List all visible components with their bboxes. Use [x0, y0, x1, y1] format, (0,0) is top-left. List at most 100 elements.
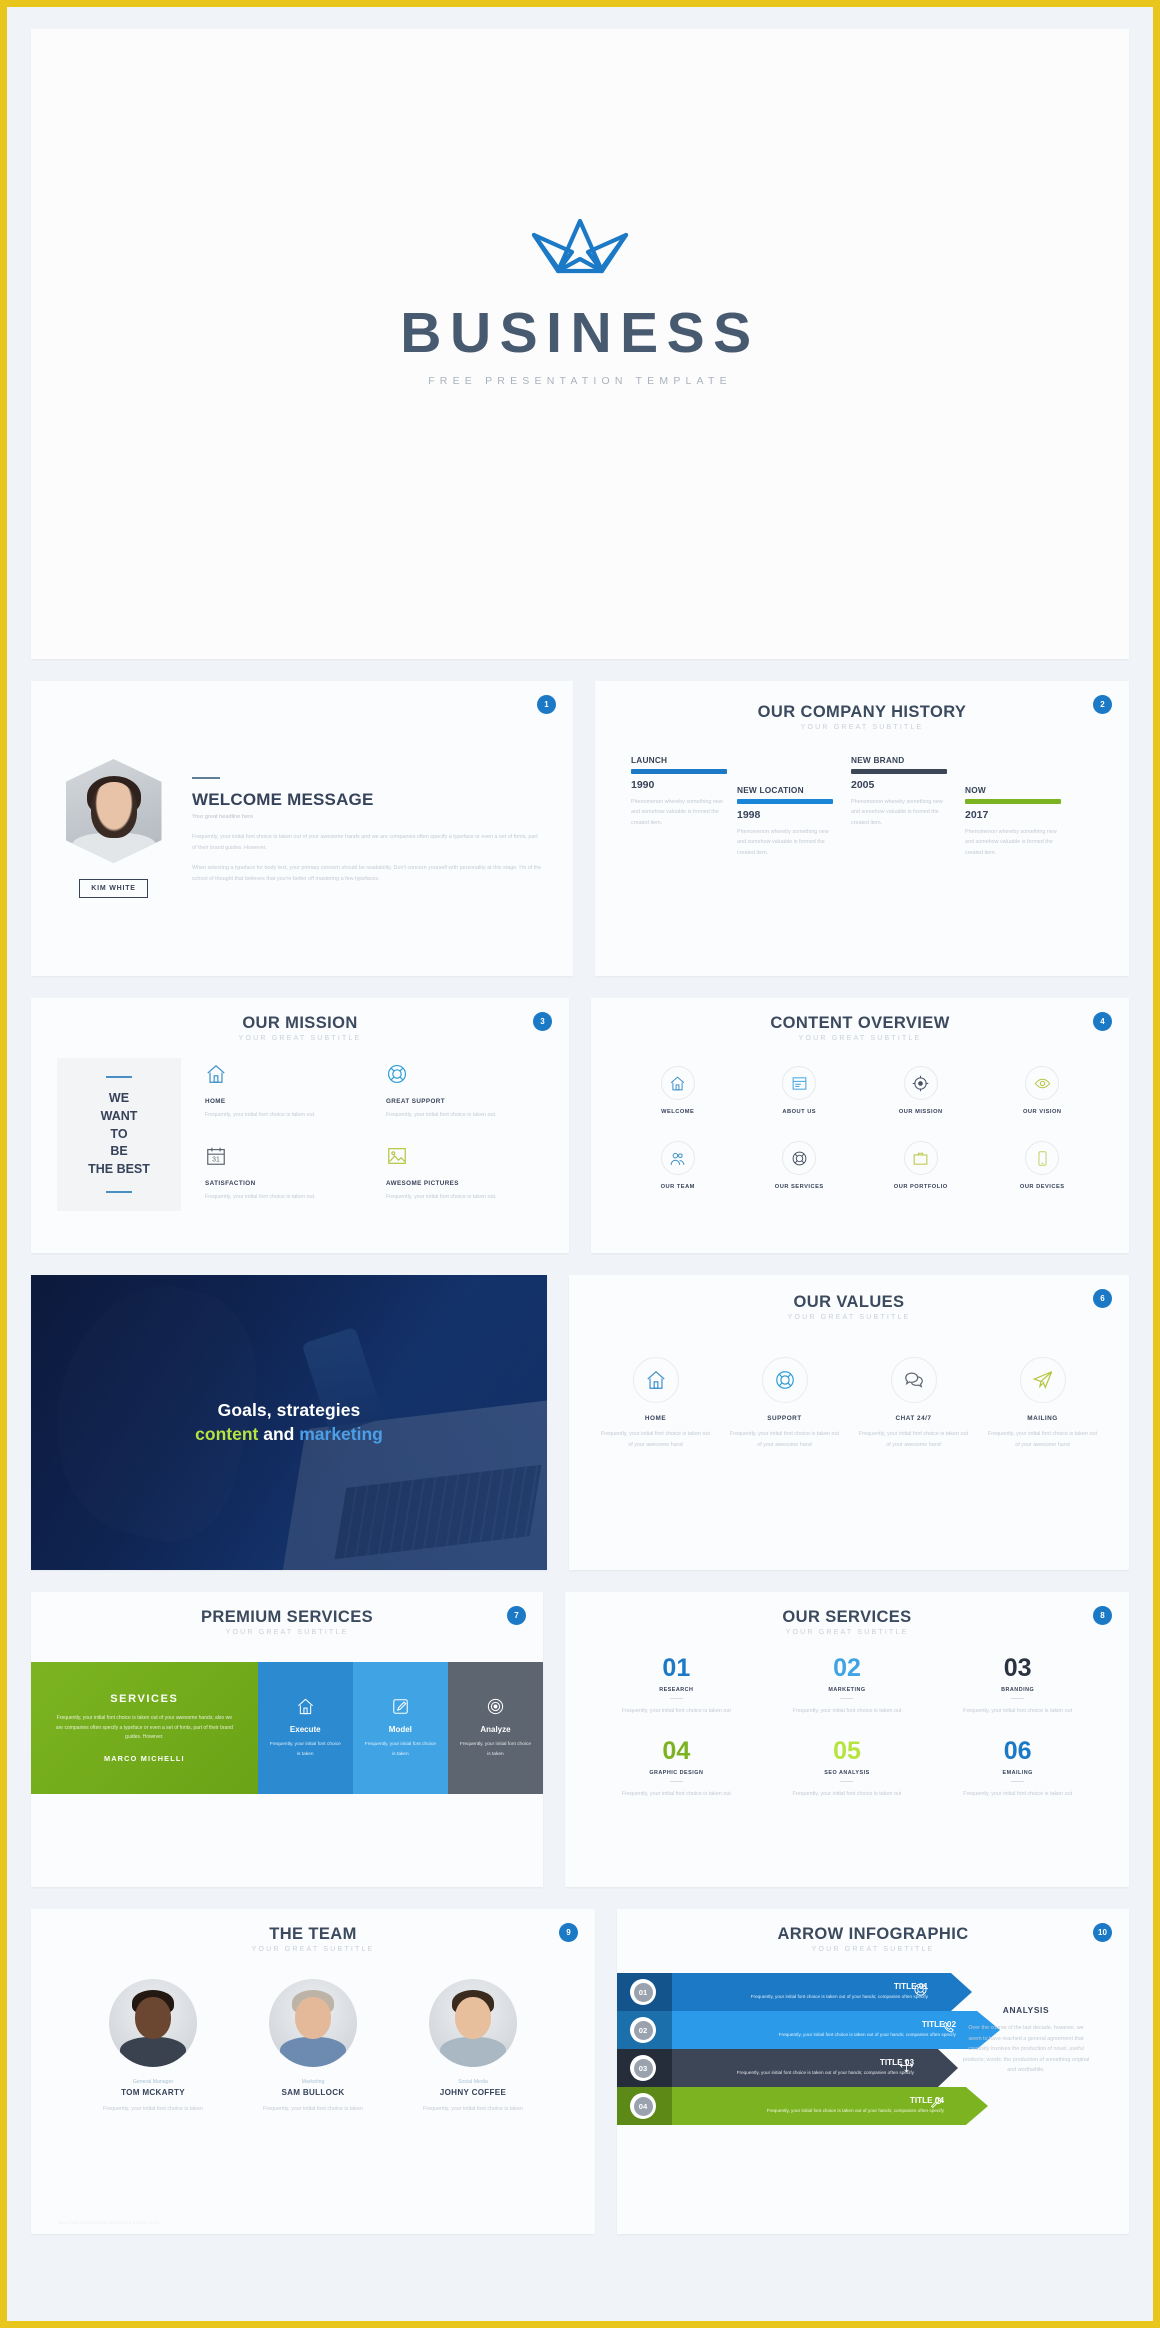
hero-subtitle: FREE PRESENTATION TEMPLATE — [428, 375, 732, 387]
lifebuoy-icon — [775, 1371, 794, 1389]
milestone-bar — [737, 799, 833, 804]
chat-icon — [904, 1372, 923, 1388]
slide-title: ARROW INFOGRAPHIC — [777, 1925, 969, 1943]
overview-item-our-team[interactable]: OUR TEAM — [617, 1141, 739, 1190]
arrow-number-badge: 01 — [630, 1979, 656, 2005]
service-label: MARKETING — [828, 1687, 866, 1693]
feature-body: Frequently, your initial font choice is … — [205, 1112, 316, 1118]
timeline-item: NOW 2017 Phenomenon whereby something ne… — [965, 785, 1061, 858]
services-panel: SERVICES Frequently, your initial font c… — [31, 1662, 258, 1794]
welcome-text-block: WELCOME MESSAGE Your great headline here… — [192, 773, 543, 885]
avatar — [109, 1979, 197, 2067]
footer-credit: www.free-powerpoint-templates-design.com — [58, 2220, 160, 2225]
service-number: 04 — [662, 1736, 691, 1765]
arrow-body: Frequently, your initial font choice is … — [778, 2032, 956, 2038]
slide-title: CONTENT OVERVIEW — [770, 1014, 950, 1032]
slide-the-team[interactable]: 9 THE TEAM YOUR GREAT SUBTITLE General M… — [31, 1909, 595, 2234]
member-role: Marketing — [301, 2079, 325, 2085]
overview-item-welcome[interactable]: WELCOME — [617, 1066, 739, 1115]
member-body: Frequently, your initial font choice is … — [423, 2106, 523, 2112]
person-name: KIM WHITE — [79, 879, 148, 898]
member-role: Social Media — [458, 2079, 488, 2085]
arrow-title: TITLE 03 — [879, 2058, 914, 2068]
accent-rule — [192, 776, 220, 780]
service-01: 01 RESEARCH Frequently, your initial fon… — [591, 1656, 762, 1717]
slide-goals-strategies[interactable]: Goals, strategies content and marketing — [31, 1275, 547, 1570]
timeline-item: NEW BRAND 2005 Phenomenon whereby someth… — [851, 755, 947, 828]
overview-item-about-us[interactable]: ABOUT US — [739, 1066, 861, 1115]
slide-our-values[interactable]: 6 OUR VALUES YOUR GREAT SUBTITLE HOME Fr… — [569, 1275, 1129, 1570]
service-card-analyze[interactable]: Analyze Frequently, your initial font ch… — [447, 1662, 543, 1794]
presentation-preview: BUSINESS FREE PRESENTATION TEMPLATE 1 KI… — [7, 7, 1153, 2321]
slide-number-badge: 9 — [559, 1923, 578, 1942]
house-icon — [207, 1064, 225, 1083]
target-icon — [912, 1075, 929, 1091]
slide-arrow-infographic[interactable]: 10 ARROW INFOGRAPHIC YOUR GREAT SUBTITLE… — [617, 1909, 1129, 2234]
slide-content-overview[interactable]: 4 CONTENT OVERVIEW YOUR GREAT SUBTITLE W… — [591, 998, 1129, 1253]
slide-title: WELCOME MESSAGE — [192, 790, 374, 810]
slide-title: OUR COMPANY HISTORY — [757, 703, 967, 721]
service-number: 02 — [833, 1654, 861, 1682]
service-body: Frequently, your initial font choice is … — [963, 1790, 1073, 1797]
slide-subtitle: YOUR GREAT SUBTITLE — [811, 1946, 935, 1953]
svg-text:31: 31 — [212, 1157, 220, 1164]
slide-row-4: 7 PREMIUM SERVICES YOUR GREAT SUBTITLE S… — [31, 1592, 1129, 1887]
service-card-execute[interactable]: Execute Frequently, your initial font ch… — [257, 1662, 353, 1794]
service-body: Frequently, your initial font choice is … — [621, 1790, 731, 1797]
service-body: Frequently, your initial font choice is … — [963, 1708, 1073, 1714]
slide-company-history[interactable]: 2 OUR COMPANY HISTORY YOUR GREAT SUBTITL… — [595, 681, 1129, 976]
slide-kicker: Your great headline here — [192, 814, 254, 821]
slide-row-3: Goals, strategies content and marketing … — [31, 1275, 1129, 1570]
service-card-model[interactable]: Model Frequently, your initial font choi… — [352, 1662, 448, 1794]
paragraph-1: Frequently, your initial font choice is … — [192, 834, 538, 851]
service-05: 05 SEO ANALYSIS Frequently, your initial… — [762, 1736, 933, 1800]
value-label: HOME — [644, 1415, 667, 1422]
image-icon — [388, 1148, 406, 1165]
overview-item-our-devices[interactable]: OUR DEVICES — [982, 1141, 1104, 1190]
mission-statement-box: WE WANT TO BE THE BEST — [57, 1058, 181, 1211]
overview-item-our-portfolio[interactable]: OUR PORTFOLIO — [860, 1141, 982, 1190]
lifebuoy-icon — [792, 1151, 807, 1165]
hero-slide: BUSINESS FREE PRESENTATION TEMPLATE — [31, 29, 1129, 659]
feature-label: SATISFACTION — [205, 1180, 256, 1188]
arrow-row-04[interactable]: TITLE 04 Frequently, your initial font c… — [617, 2087, 1129, 2125]
arrow-body: Frequently, your initial font choice is … — [766, 2108, 944, 2114]
slide-our-mission[interactable]: 3 OUR MISSION YOUR GREAT SUBTITLE WE WAN… — [31, 998, 569, 1253]
slide-premium-services[interactable]: 7 PREMIUM SERVICES YOUR GREAT SUBTITLE S… — [31, 1592, 543, 1887]
overview-label: OUR DEVICES — [1019, 1184, 1065, 1190]
milestone-label: NEW LOCATION — [737, 785, 804, 795]
timeline-item: NEW LOCATION 1998 Phenomenon whereby som… — [737, 785, 833, 858]
slide-subtitle: YOUR GREAT SUBTITLE — [800, 724, 924, 731]
team-member: Marketing SAM BULLOCK Frequently, your i… — [255, 1979, 371, 2115]
value-body: Frequently, your initial font choice is … — [988, 1431, 1097, 1448]
slide-number-badge: 6 — [1093, 1289, 1112, 1308]
analysis-title: ANALYSIS — [1002, 2005, 1050, 2015]
service-number: 06 — [1003, 1736, 1032, 1765]
service-label: GRAPHIC DESIGN — [649, 1769, 704, 1776]
overview-item-our-mission[interactable]: OUR MISSION — [860, 1066, 982, 1115]
avatar — [269, 1979, 357, 2067]
edit-icon — [393, 1699, 408, 1715]
feature-label: AWESOME PICTURES — [386, 1180, 459, 1188]
overview-label: OUR MISSION — [898, 1109, 943, 1115]
house-icon — [646, 1370, 665, 1389]
feature-label: HOME — [205, 1098, 226, 1105]
person-photo-block: KIM WHITE — [61, 759, 166, 898]
browser-icon — [792, 1076, 807, 1090]
overview-item-our-services[interactable]: OUR SERVICES — [739, 1141, 861, 1190]
feature-body: Frequently, your initial font choice is … — [386, 1112, 497, 1118]
slide-welcome-message[interactable]: 1 KIM WHITE WELCOME MESSAGE Your great h… — [31, 681, 573, 976]
card-body: Frequently, your initial font choice is … — [269, 1742, 341, 1757]
team-member: Social Media JOHNY COFFEE Frequently, yo… — [415, 1979, 531, 2115]
card-label: Model — [388, 1725, 412, 1735]
overview-item-our-vision[interactable]: OUR VISION — [982, 1066, 1104, 1115]
slide-number-badge: 8 — [1093, 1606, 1112, 1625]
service-number: 05 — [833, 1736, 861, 1765]
service-label: BRANDING — [1001, 1687, 1035, 1693]
arrow-title: TITLE 01 — [893, 1982, 928, 1992]
house-icon — [671, 1075, 685, 1090]
mission-statement: WE WANT TO BE THE BEST — [88, 1091, 150, 1176]
slide-our-services[interactable]: 8 OUR SERVICES YOUR GREAT SUBTITLE 01 RE… — [565, 1592, 1129, 1887]
team-member: General Manager TOM MCKARTY Frequently, … — [95, 1979, 211, 2115]
headline-line-1: Goals, strategies — [217, 1400, 361, 1420]
